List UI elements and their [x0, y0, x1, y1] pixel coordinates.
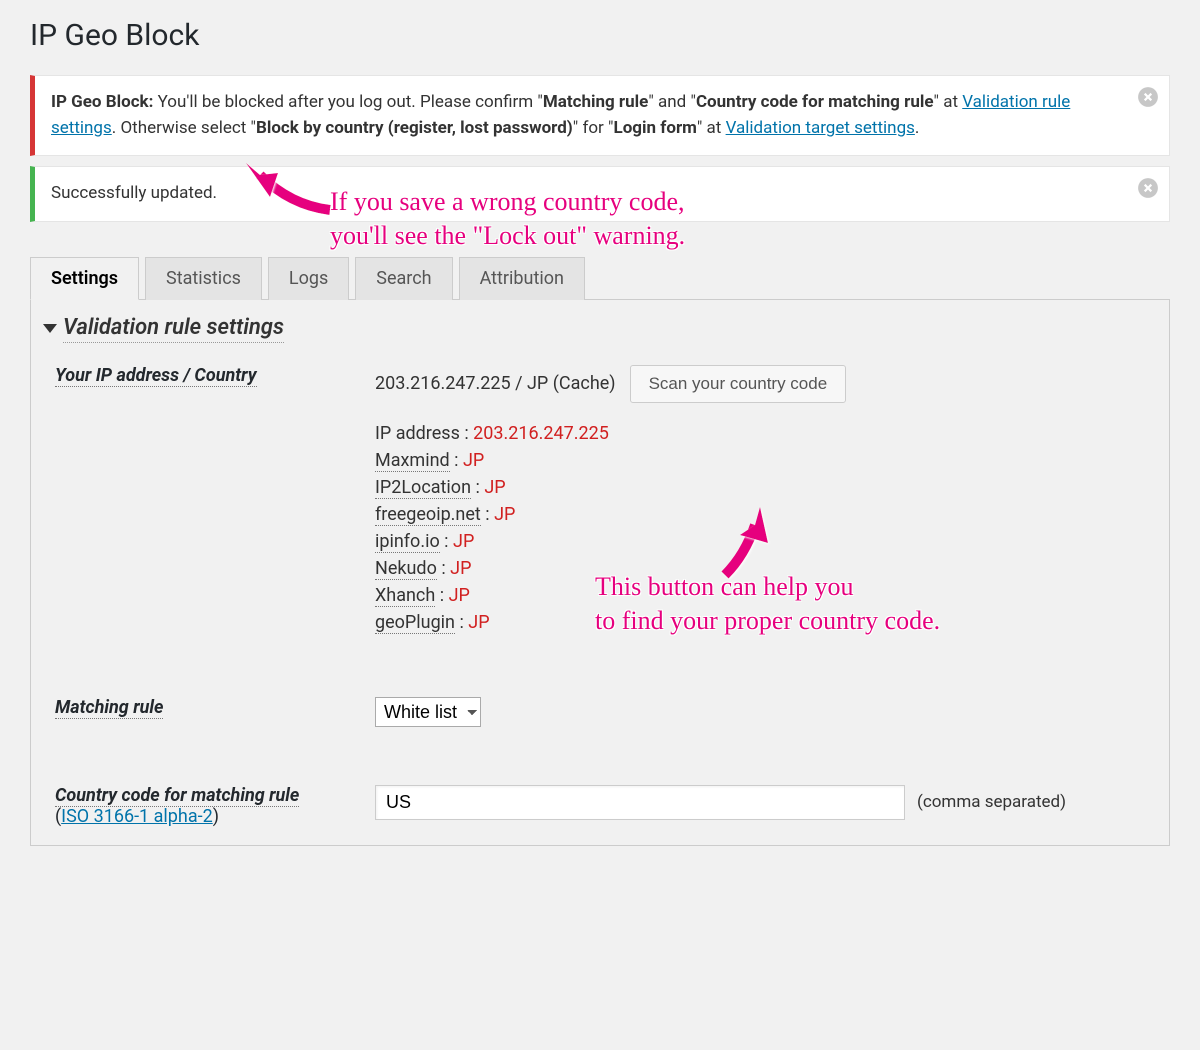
country-code-hint: (comma separated)	[917, 792, 1066, 812]
warning-notice: IP Geo Block: You'll be blocked after yo…	[30, 75, 1170, 156]
list-item: geoPlugin : JP	[375, 612, 1145, 633]
success-text: Successfully updated.	[51, 181, 1129, 207]
scan-country-code-button[interactable]: Scan your country code	[630, 365, 847, 403]
warn-for: for	[578, 118, 608, 138]
warn-period: .	[915, 118, 919, 138]
list-item: freegeoip.net : JP	[375, 504, 1145, 525]
page-title: IP Geo Block	[30, 0, 1170, 65]
warn-at2: at	[702, 118, 725, 138]
link-iso-3166[interactable]: ISO 3166-1 alpha-2	[61, 806, 213, 827]
success-notice: Successfully updated.	[30, 166, 1170, 222]
warn-quoted4: Login form	[614, 118, 697, 138]
warn-and: and	[654, 92, 691, 112]
warning-lead: IP Geo Block:	[51, 92, 153, 112]
label-country-code: Country code for matching rule	[55, 785, 299, 807]
matching-rule-select[interactable]: White list	[375, 697, 481, 727]
link-validation-target-settings[interactable]: Validation target settings	[726, 118, 915, 138]
label-ip-address: IP address :	[375, 423, 469, 444]
warn-text2: . Otherwise select	[112, 118, 251, 138]
list-item: IP2Location : JP	[375, 477, 1145, 498]
close-icon[interactable]	[1137, 86, 1159, 108]
row-ip-country: Your IP address / Country 203.216.247.22…	[31, 347, 1169, 657]
tab-search[interactable]: Search	[355, 257, 452, 300]
warn-at1: at	[939, 92, 962, 112]
section-title: Validation rule settings	[63, 315, 284, 343]
list-item: Xhanch : JP	[375, 585, 1145, 606]
settings-panel: Validation rule settings Your IP address…	[30, 299, 1170, 846]
tab-attribution[interactable]: Attribution	[459, 257, 585, 300]
warn-text1: You'll be blocked after you log out. Ple…	[153, 92, 537, 112]
tab-logs[interactable]: Logs	[268, 257, 349, 300]
value-ip-address: 203.216.247.225	[473, 423, 609, 444]
tab-statistics[interactable]: Statistics	[145, 257, 262, 300]
warn-quoted2: Country code for matching rule	[696, 92, 934, 112]
paren-close: )	[213, 806, 219, 827]
label-matching-rule: Matching rule	[55, 697, 163, 719]
label-ip-country: Your IP address / Country	[55, 365, 257, 387]
list-item: ipinfo.io : JP	[375, 531, 1145, 552]
tab-settings[interactable]: Settings	[30, 257, 139, 300]
warn-quoted1: Matching rule	[543, 92, 649, 112]
row-country-code: Country code for matching rule (ISO 3166…	[31, 745, 1169, 845]
close-icon[interactable]	[1137, 177, 1159, 199]
tab-bar: Settings Statistics Logs Search Attribut…	[30, 256, 1170, 300]
value-ip-country: 203.216.247.225 / JP (Cache)	[375, 373, 616, 394]
country-code-input[interactable]	[375, 785, 905, 820]
list-item: Maxmind : JP	[375, 450, 1145, 471]
section-toggle[interactable]: Validation rule settings	[31, 299, 1169, 347]
warn-quoted3: Block by country (register, lost passwor…	[256, 118, 573, 138]
provider-list: IP address : 203.216.247.225 Maxmind : J…	[375, 423, 1145, 633]
list-item: Nekudo : JP	[375, 558, 1145, 579]
row-matching-rule: Matching rule White list	[31, 657, 1169, 745]
triangle-down-icon	[43, 324, 57, 333]
